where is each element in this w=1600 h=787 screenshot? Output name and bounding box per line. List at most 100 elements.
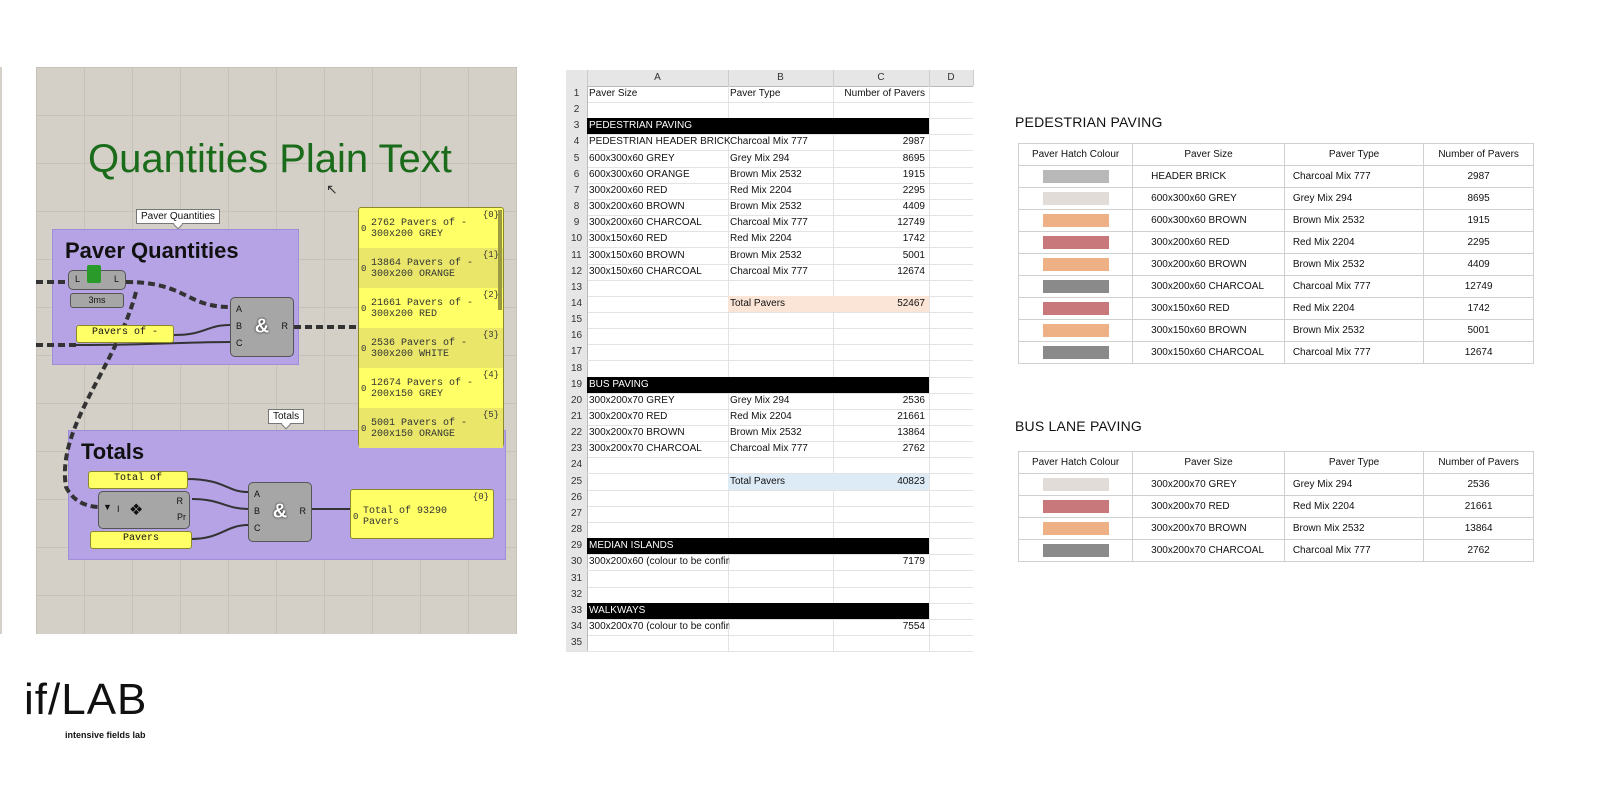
- row-number[interactable]: 4: [566, 134, 588, 151]
- sheet-row[interactable]: 33 WALKWAYS: [566, 602, 973, 620]
- cell-a[interactable]: [587, 587, 730, 603]
- sheet-row[interactable]: 3 PEDESTRIAN PAVING: [566, 118, 973, 136]
- cell-c[interactable]: [833, 490, 929, 506]
- row-number[interactable]: 27: [566, 505, 588, 522]
- panel-scrollbar[interactable]: [498, 210, 502, 310]
- row-number[interactable]: 15: [566, 312, 588, 329]
- cell-b[interactable]: [728, 102, 835, 118]
- sheet-row[interactable]: 21 300x200x70 RED Red Mix 2204 21661: [566, 409, 973, 426]
- sheet-row[interactable]: 34300x200x70 (colour to be confirmed) 755…: [566, 618, 973, 636]
- sheet-row[interactable]: 1 Paver Size Paver Type Number of Pavers: [566, 86, 973, 103]
- cell-a[interactable]: [587, 506, 730, 522]
- sheet-row[interactable]: 35: [566, 635, 973, 653]
- total-output-panel[interactable]: {0} 0 Total of 93290 Pavers: [350, 489, 494, 539]
- list-item-component[interactable]: LL: [68, 265, 126, 290]
- cell-c[interactable]: 13864: [833, 425, 929, 441]
- sheet-row[interactable]: 19 BUS PAVING: [566, 376, 973, 394]
- cell-c[interactable]: 21661: [833, 409, 929, 425]
- cell-c[interactable]: 40823: [833, 473, 929, 490]
- cell-b[interactable]: Red Mix 2204: [728, 231, 835, 247]
- cell-b[interactable]: Charcoal Mix 777: [728, 215, 835, 231]
- cell-b[interactable]: [728, 328, 835, 344]
- cell-a[interactable]: 600x300x60 ORANGE: [587, 167, 730, 183]
- cell-c[interactable]: [833, 457, 929, 473]
- row-number[interactable]: 31: [566, 570, 588, 587]
- cell-a[interactable]: 300x200x60 CHARCOAL: [587, 215, 730, 231]
- section-header[interactable]: MEDIAN ISLANDS: [587, 538, 929, 555]
- cell-a[interactable]: 300x200x70 GREY: [587, 393, 730, 409]
- sheet-row[interactable]: 2: [566, 102, 973, 120]
- row-number[interactable]: 34: [566, 618, 588, 635]
- mass-addition-component[interactable]: ▼ I R Pr ❖: [98, 491, 190, 529]
- cell-a[interactable]: [587, 344, 730, 360]
- cell-c[interactable]: [833, 312, 929, 328]
- cell-c[interactable]: [833, 587, 929, 603]
- cell-b[interactable]: [728, 280, 835, 296]
- row-number[interactable]: 28: [566, 522, 588, 539]
- text-param-pavers[interactable]: Pavers: [90, 531, 192, 549]
- sheet-row[interactable]: 28: [566, 522, 973, 540]
- cell-b[interactable]: [728, 506, 835, 522]
- sheet-row[interactable]: 29 MEDIAN ISLANDS: [566, 538, 973, 556]
- cell-b[interactable]: Brown Mix 2532: [728, 167, 835, 183]
- section-header[interactable]: WALKWAYS: [587, 602, 929, 619]
- cell-a[interactable]: [587, 296, 730, 312]
- text-param-pavers-of[interactable]: Pavers of -: [76, 325, 174, 343]
- row-number[interactable]: 33: [566, 602, 588, 619]
- cell-b[interactable]: Total Pavers: [728, 473, 835, 490]
- row-number[interactable]: 6: [566, 166, 588, 183]
- cell-c[interactable]: 12749: [833, 215, 929, 231]
- cell-a[interactable]: [587, 361, 730, 377]
- cell-c[interactable]: Number of Pavers: [833, 86, 929, 102]
- cell-a[interactable]: 300x200x70 RED: [587, 409, 730, 425]
- cell-b[interactable]: [728, 635, 835, 651]
- row-number[interactable]: 1: [566, 86, 588, 102]
- sheet-row[interactable]: 11 300x150x60 BROWN Brown Mix 2532 5001: [566, 247, 973, 265]
- cell-c[interactable]: 2762: [833, 441, 929, 457]
- row-number[interactable]: 12: [566, 263, 588, 280]
- cell-b[interactable]: [728, 490, 835, 506]
- sheet-row[interactable]: 22 300x200x70 BROWN Brown Mix 2532 13864: [566, 425, 973, 443]
- sheet-row[interactable]: 24: [566, 457, 973, 475]
- cell-c[interactable]: [833, 522, 929, 538]
- cell-a[interactable]: [587, 635, 730, 651]
- cell-a[interactable]: PEDESTRIAN HEADER BRICK: [587, 134, 730, 150]
- sheet-row[interactable]: 14 Total Pavers 52467: [566, 295, 973, 313]
- cell-a[interactable]: Paver Size: [587, 86, 730, 102]
- cell-b[interactable]: Red Mix 2204: [728, 409, 835, 425]
- cell-a[interactable]: [587, 328, 730, 344]
- cell-b[interactable]: [728, 619, 835, 635]
- row-number[interactable]: 23: [566, 441, 588, 458]
- cell-c[interactable]: 4409: [833, 199, 929, 215]
- cell-c[interactable]: 12674: [833, 264, 929, 280]
- row-number[interactable]: 13: [566, 279, 588, 296]
- cell-b[interactable]: [728, 457, 835, 473]
- cell-c[interactable]: 2536: [833, 393, 929, 409]
- cell-a[interactable]: 300x200x60 RED: [587, 183, 730, 199]
- cell-b[interactable]: Charcoal Mix 777: [728, 441, 835, 457]
- cell-b[interactable]: [728, 522, 835, 538]
- sheet-row[interactable]: 15: [566, 312, 973, 330]
- cell-c[interactable]: [833, 571, 929, 587]
- cell-a[interactable]: [587, 457, 730, 473]
- row-number[interactable]: 5: [566, 150, 588, 167]
- sheet-row[interactable]: 32: [566, 586, 973, 604]
- cell-a[interactable]: [587, 280, 730, 296]
- cell-b[interactable]: Brown Mix 2532: [728, 248, 835, 264]
- row-number[interactable]: 10: [566, 231, 588, 248]
- sheet-row[interactable]: 18: [566, 360, 973, 378]
- sheet-row[interactable]: 10 300x150x60 RED Red Mix 2204 1742: [566, 231, 973, 249]
- row-number[interactable]: 29: [566, 538, 588, 555]
- row-number[interactable]: 2: [566, 102, 588, 119]
- cell-a[interactable]: 600x300x60 GREY: [587, 151, 730, 167]
- section-header[interactable]: PEDESTRIAN PAVING: [587, 118, 929, 135]
- cell-a[interactable]: [587, 474, 730, 490]
- row-number[interactable]: 9: [566, 215, 588, 232]
- sheet-row[interactable]: 17: [566, 344, 973, 362]
- cell-c[interactable]: 1915: [833, 167, 929, 183]
- sheet-row[interactable]: 13: [566, 279, 973, 297]
- row-number[interactable]: 35: [566, 635, 588, 652]
- row-number[interactable]: 7: [566, 182, 588, 199]
- cell-a[interactable]: 300x150x60 CHARCOAL: [587, 264, 730, 280]
- row-number[interactable]: 30: [566, 554, 588, 571]
